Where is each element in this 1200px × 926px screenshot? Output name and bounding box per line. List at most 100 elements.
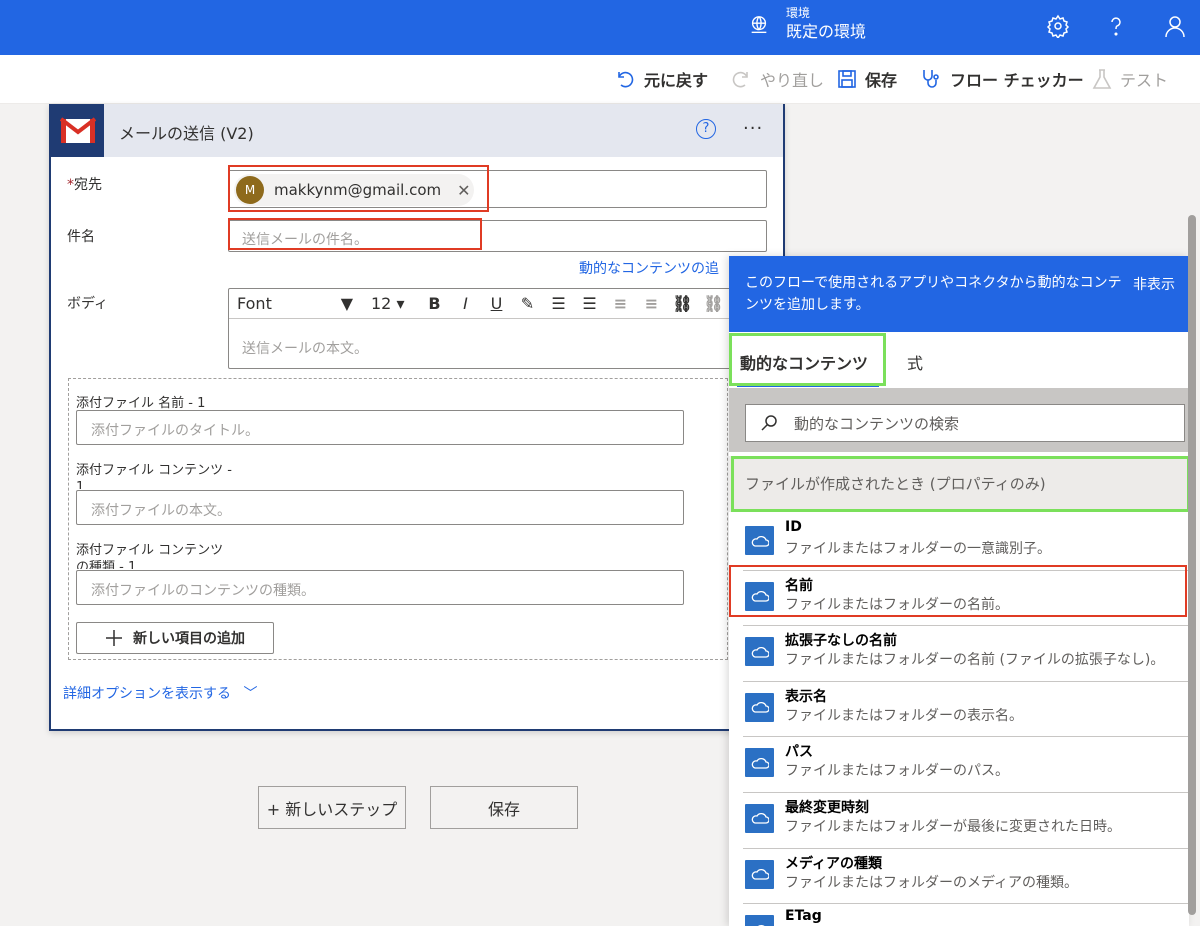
hide-panel-link[interactable]: 非表示 [1133, 274, 1175, 294]
item-description: ファイルまたはフォルダーの名前 (ファイルの拡張子なし)。 [785, 652, 1165, 669]
list-item[interactable]: メディアの種類 ファイルまたはフォルダーのメディアの種類。 [729, 849, 1189, 905]
attachment-content-placeholder: 添付ファイルの本文。 [91, 503, 231, 519]
plus-icon [106, 630, 122, 646]
highlight-name-item [729, 565, 1187, 617]
redo-label: やり直し [760, 71, 825, 90]
redo-icon [732, 71, 748, 88]
attachment-type-placeholder: 添付ファイルのコンテンツの種類。 [91, 583, 315, 599]
save-icon [838, 70, 856, 88]
body-editor[interactable]: Font ▼ 12 ▾ B I U ✎ ☰ ☰ ≡ ≡ ⛓ ⛓ 送信メールの本文。 [228, 288, 781, 369]
add-dynamic-content-link[interactable]: 動的なコンテンツの追 [579, 258, 719, 278]
more-options-icon[interactable]: ··· [743, 118, 763, 139]
list-item[interactable]: 表示名ファイルまたはフォルダーの表示名。 [729, 682, 1189, 738]
redo-button[interactable]: やり直し [730, 67, 824, 91]
card-header[interactable]: メールの送信 (V2) ? ··· [51, 104, 783, 157]
environment-name: 既定の環境 [786, 22, 867, 41]
highlight-to [228, 165, 489, 212]
add-new-item-label: 新しい項目の追加 [133, 631, 245, 647]
tab-expression[interactable]: 式 [907, 350, 923, 374]
attachment-type-field[interactable]: 添付ファイルのコンテンツの種類。 [76, 570, 684, 605]
unlink-icon[interactable]: ⛓ [698, 294, 729, 313]
send-email-action-card: メールの送信 (V2) ? ··· *宛先 M makkynm@gmail.co… [49, 104, 785, 731]
onedrive-icon [745, 748, 774, 778]
pen-icon[interactable]: ✎ [512, 294, 543, 313]
help-icon[interactable] [1104, 14, 1128, 38]
flow-checker-button[interactable]: フロー チェッカー [920, 67, 1084, 91]
save-label: 保存 [865, 71, 898, 90]
attachment-content-field[interactable]: 添付ファイルの本文。 [76, 490, 684, 525]
undo-label: 元に戻す [644, 71, 709, 90]
attachment-name-field[interactable]: 添付ファイルのタイトル。 [76, 410, 684, 445]
chevron-down-icon: ▼ [340, 294, 353, 313]
item-title: メディアの種類 [785, 855, 883, 872]
show-advanced-options-label: 詳細オプションを表示する [63, 686, 231, 702]
indent-icon[interactable]: ≡ [636, 294, 667, 313]
new-step-button[interactable]: + 新しいステップ [258, 786, 406, 829]
list-item[interactable]: パスファイルまたはフォルダーのパス。 [729, 737, 1189, 793]
attachment-name-label: 添付ファイル 名前 - 1 [76, 396, 206, 411]
globe-icon [751, 15, 767, 33]
item-description: ファイルまたはフォルダーのパス。 [785, 763, 1009, 780]
test-label: テスト [1120, 71, 1169, 90]
item-title: 表示名 [785, 688, 827, 705]
highlight-subject [228, 218, 482, 250]
item-description: ファイルまたはフォルダーの一意識別子。 [785, 541, 1051, 557]
chevron-down-icon: ﹀ [243, 686, 258, 702]
account-icon[interactable] [1163, 14, 1187, 38]
panel-description: このフローで使用されるアプリやコネクタから動的なコンテンツを追加します。 [745, 275, 1122, 313]
link-icon[interactable]: ⛓ [667, 294, 698, 313]
dynamic-content-search-input[interactable]: 動的なコンテンツの検索 [745, 404, 1185, 442]
search-icon [761, 415, 777, 431]
item-title: 拡張子なしの名前 [785, 633, 897, 650]
bold-icon[interactable]: B [419, 294, 450, 313]
scrollbar[interactable] [1188, 215, 1196, 915]
numbered-list-icon[interactable]: ☰ [574, 294, 605, 313]
search-placeholder: 動的なコンテンツの検索 [794, 414, 960, 433]
to-label: *宛先 [67, 174, 102, 194]
environment-label: 環境 [786, 6, 811, 20]
save-button[interactable]: 保存 [837, 67, 897, 91]
font-name: Font [237, 294, 272, 313]
flow-checker-label: フロー チェッカー [950, 71, 1084, 90]
beaker-icon [1092, 69, 1112, 89]
highlight-group-header [731, 456, 1190, 512]
onedrive-icon [745, 692, 774, 722]
test-button[interactable]: テスト [1092, 67, 1168, 91]
item-title: ID [785, 519, 802, 535]
list-item[interactable]: ETag [729, 904, 1189, 926]
footer-save-button[interactable]: 保存 [430, 786, 578, 829]
rich-text-toolbar: Font ▼ 12 ▾ B I U ✎ ☰ ☰ ≡ ≡ ⛓ ⛓ [229, 289, 780, 319]
panel-header: このフローで使用されるアプリやコネクタから動的なコンテンツを追加します。 非表示 [729, 256, 1189, 332]
list-item[interactable]: 拡張子なしの名前ファイルまたはフォルダーの名前 (ファイルの拡張子なし)。 [729, 626, 1189, 682]
attachment-type-label: 添付ファイル コンテンツの種類 - 1 [76, 543, 224, 569]
item-title: パス [785, 744, 813, 761]
onedrive-icon [745, 526, 774, 555]
onedrive-icon [745, 637, 774, 667]
font-size-select[interactable]: 12 ▾ [363, 294, 419, 313]
question-icon[interactable]: ? [696, 119, 716, 139]
gear-icon[interactable] [1046, 14, 1070, 38]
attachment-content-label: 添付ファイル コンテンツ - 1 [76, 463, 232, 489]
bullet-list-icon[interactable]: ☰ [543, 294, 574, 313]
onedrive-icon [745, 803, 774, 833]
show-advanced-options-link[interactable]: 詳細オプションを表示する ﹀ [63, 683, 257, 703]
item-title: 最終変更時刻 [785, 799, 869, 816]
font-select[interactable]: Font ▼ [229, 294, 363, 313]
font-size: 12 [371, 294, 392, 313]
add-new-item-button[interactable]: 新しい項目の追加 [76, 622, 274, 654]
italic-icon[interactable]: I [450, 294, 481, 313]
to-label-text: 宛先 [74, 177, 102, 193]
item-description: ファイルまたはフォルダーの表示名。 [785, 707, 1023, 724]
list-item[interactable]: ID ファイルまたはフォルダーの一意識別子。 [729, 515, 1189, 571]
underline-icon[interactable]: U [481, 294, 512, 313]
onedrive-icon [745, 915, 774, 926]
list-item[interactable]: 最終変更時刻 ファイルまたはフォルダーが最後に変更された日時。 [729, 793, 1189, 849]
undo-button[interactable]: 元に戻す [614, 67, 708, 91]
stethoscope-icon [923, 70, 939, 88]
search-area: 動的なコンテンツの検索 [729, 388, 1189, 452]
highlight-dynamic-tab [729, 333, 886, 386]
environment-picker[interactable]: 環境 既定の環境 [748, 6, 866, 43]
subject-label: 件名 [67, 229, 95, 245]
gmail-logo-icon [51, 104, 104, 157]
outdent-icon[interactable]: ≡ [605, 294, 636, 313]
